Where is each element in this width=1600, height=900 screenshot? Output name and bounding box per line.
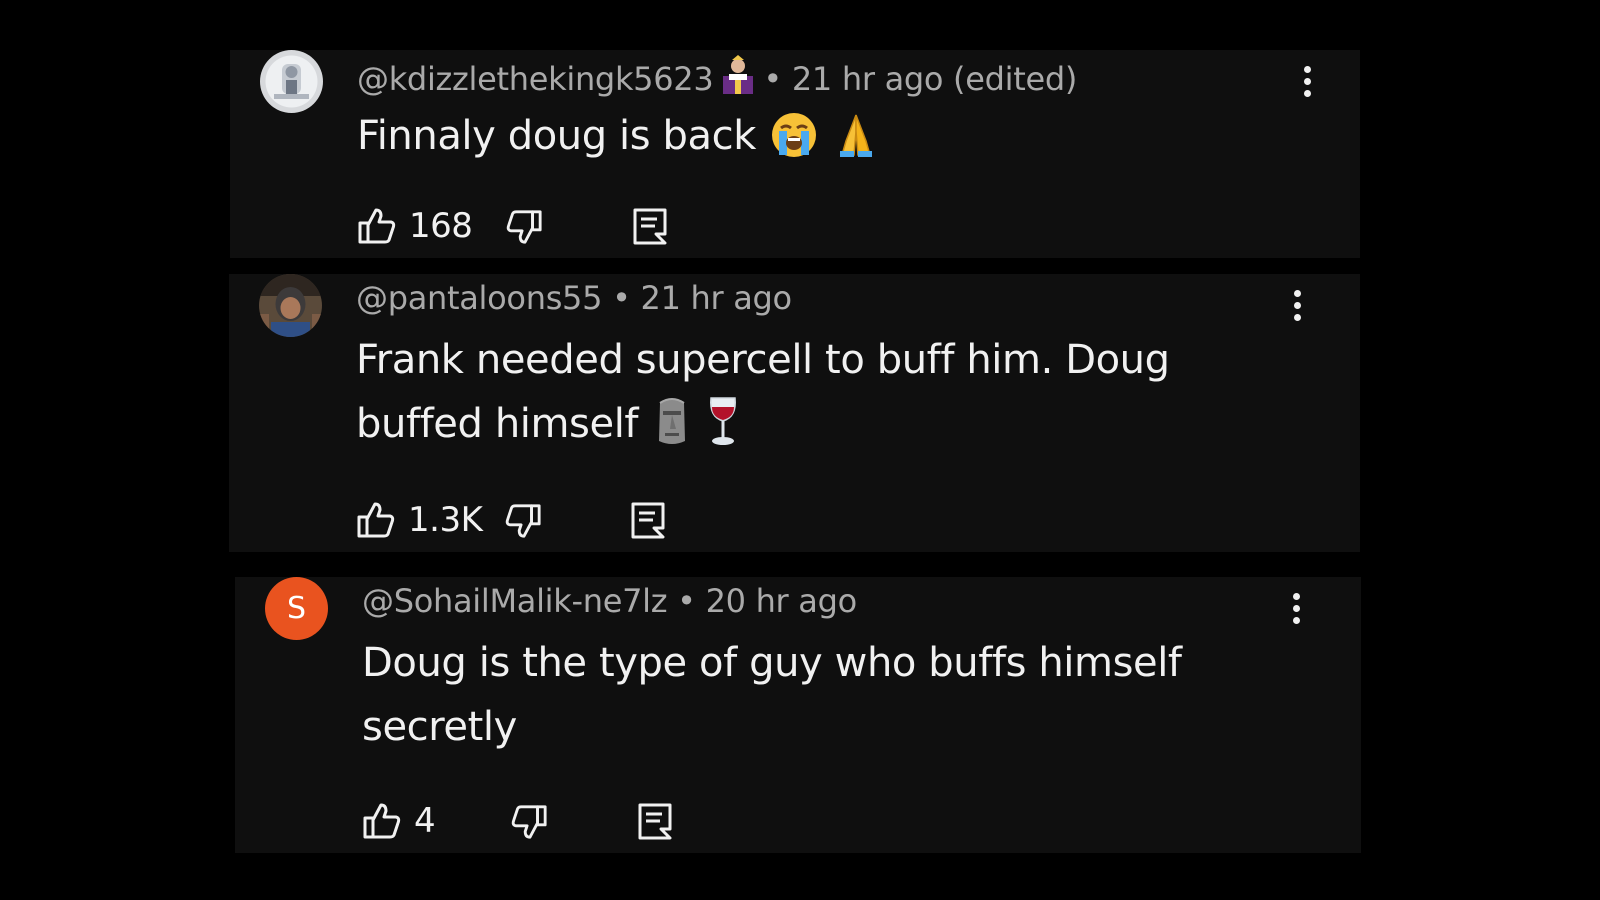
comment-card: @pantaloons55 • 21 hr ago Frank needed s… [229, 274, 1360, 552]
comment-header: @pantaloons55 • 21 hr ago [356, 278, 792, 318]
thumbs-up-icon[interactable] [357, 206, 397, 250]
thumbs-down-icon[interactable] [504, 502, 542, 544]
more-vertical-icon[interactable] [1302, 66, 1312, 100]
folded-hands-icon [832, 111, 880, 178]
comment-card: @kdizzlethekingk5623 • 21 hr ago (edited… [230, 50, 1360, 258]
comment-header: @kdizzlethekingk5623 • 21 hr ago (edited… [357, 54, 1077, 105]
comment-header: @SohailMalik-ne7lz • 20 hr ago [362, 581, 857, 621]
comment-timestamp: • 21 hr ago (edited) [763, 60, 1078, 98]
comment-timestamp: • 20 hr ago [677, 582, 857, 620]
thumbs-down-icon[interactable] [510, 803, 548, 845]
member-badge-icon [717, 54, 759, 105]
like-count: 4 [414, 801, 436, 841]
comment-text: Frank needed supercell to buff him. Doug… [356, 328, 1236, 466]
avatar[interactable] [260, 50, 323, 113]
comment-card: S @SohailMalik-ne7lz • 20 hr ago Doug is… [235, 577, 1361, 853]
more-vertical-icon[interactable] [1291, 593, 1301, 627]
avatar[interactable] [259, 274, 322, 337]
author-handle[interactable]: @SohailMalik-ne7lz [362, 582, 668, 620]
like-count: 168 [409, 206, 473, 246]
thumbs-down-icon[interactable] [505, 208, 543, 250]
more-vertical-icon[interactable] [1292, 290, 1302, 324]
author-handle[interactable]: @pantaloons55 [356, 279, 602, 317]
reply-icon[interactable] [628, 500, 668, 544]
reply-icon[interactable] [630, 206, 670, 250]
loudly-crying-face-icon [770, 111, 818, 178]
author-handle[interactable]: @kdizzlethekingk5623 [357, 60, 714, 98]
comment-text: Doug is the type of guy who buffs himsel… [362, 640, 1182, 750]
comment-timestamp: • 21 hr ago [612, 279, 792, 317]
thumbs-up-icon[interactable] [356, 500, 396, 544]
thumbs-up-icon[interactable] [362, 801, 402, 845]
moai-icon [652, 397, 692, 466]
avatar[interactable]: S [265, 577, 328, 640]
reply-icon[interactable] [635, 801, 675, 845]
like-count: 1.3K [408, 500, 483, 540]
wine-glass-icon [706, 395, 740, 466]
comment-text: Finnaly doug is back [357, 104, 880, 178]
